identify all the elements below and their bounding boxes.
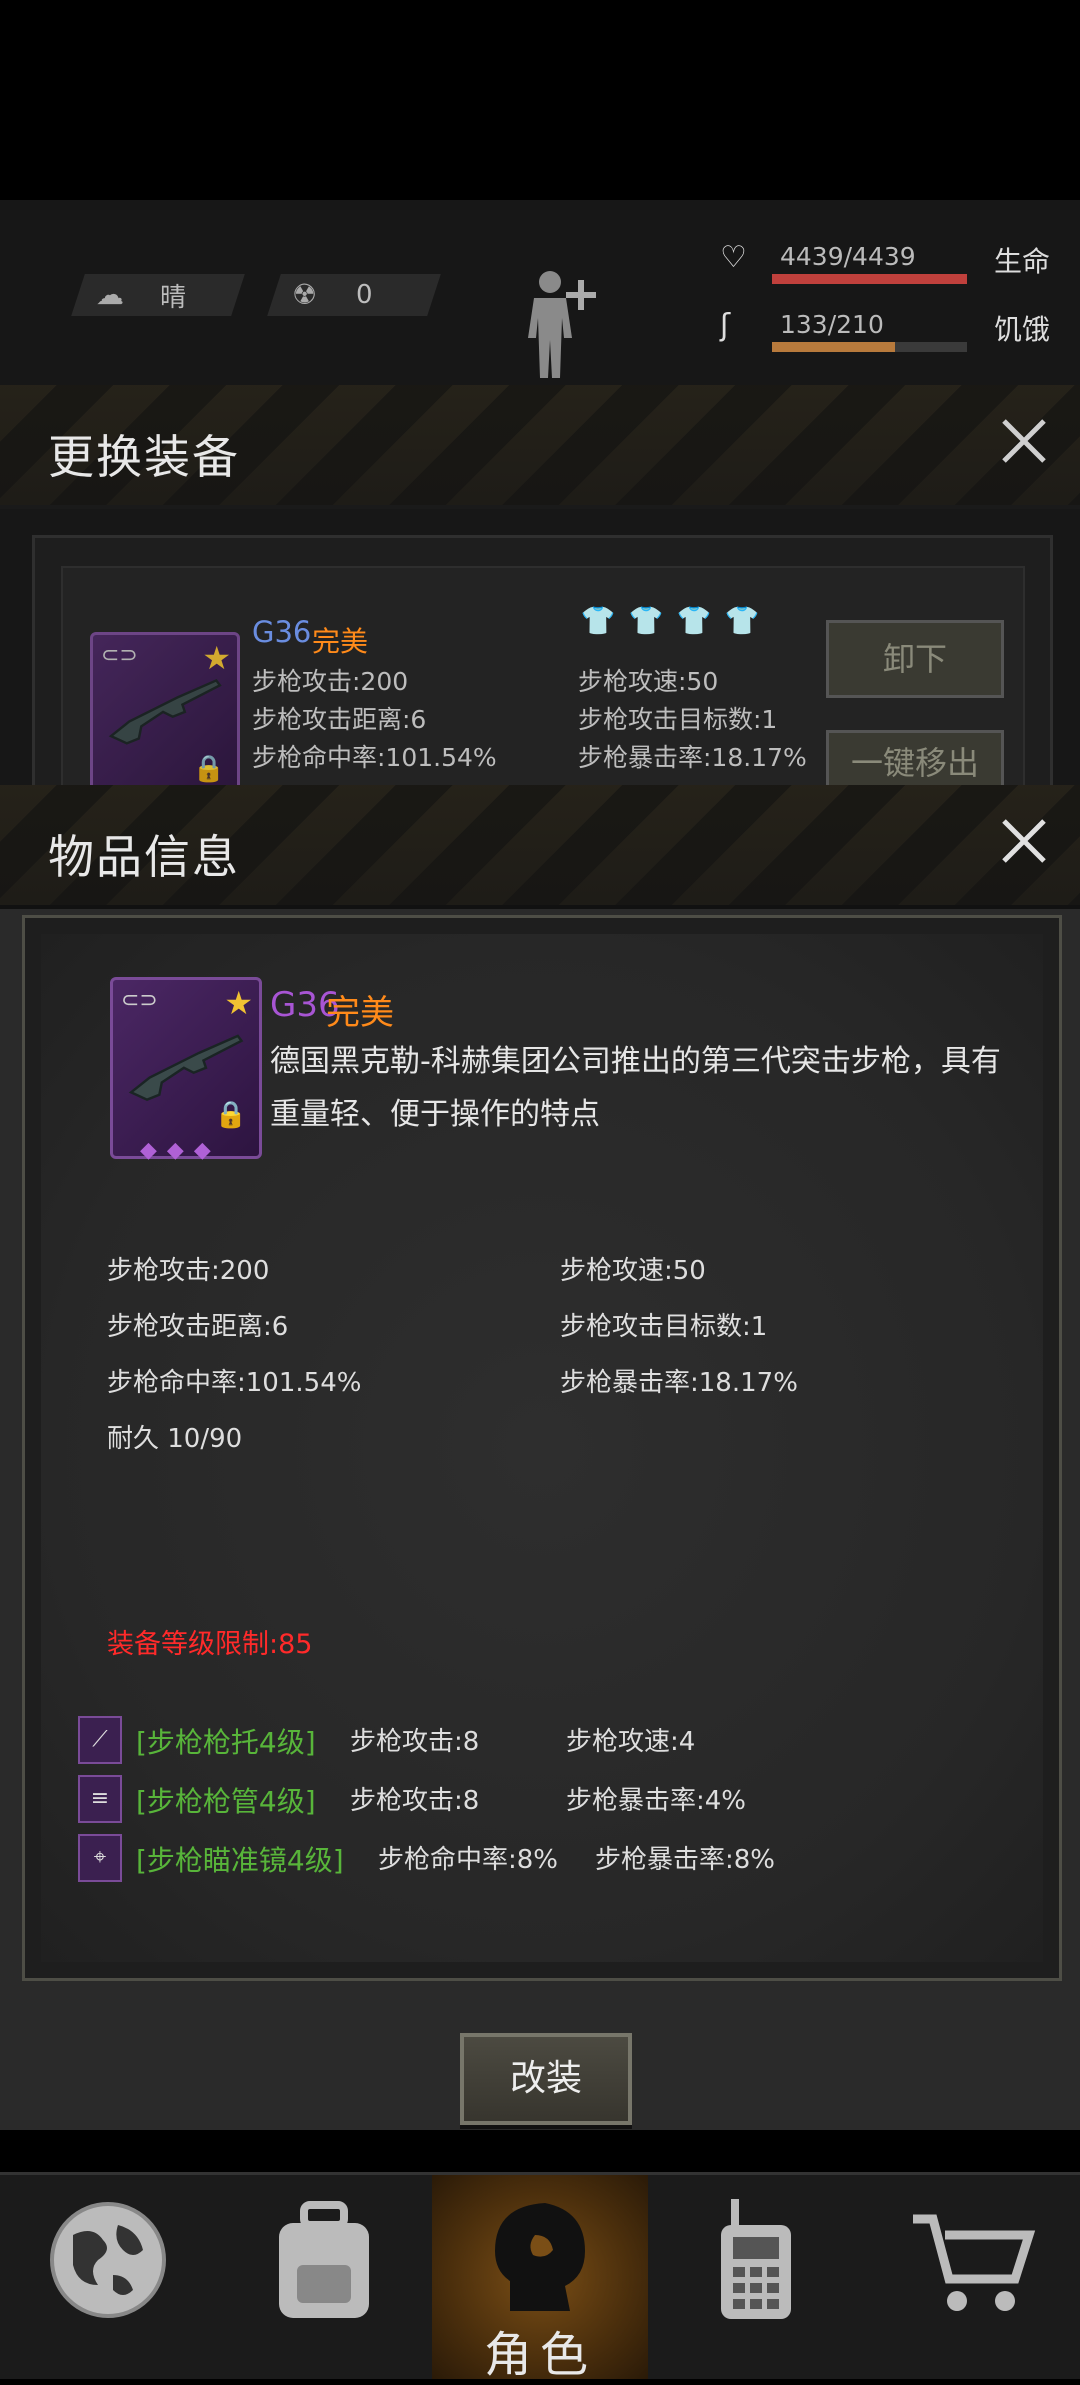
durability: 耐久 10/90 [107,1424,243,1454]
equipped-stat-left-1: 步枪攻击距离:6 [252,705,427,734]
mod-stat-1: 步枪攻击:8 [350,1727,480,1757]
lock-icon: 🔒 [214,1100,247,1130]
remove-all-button[interactable]: 一键移出 [826,730,1004,791]
scope-icon: ⌖ [78,1834,122,1882]
item-description: 德国黑克勒-科赫集团公司推出的第三代突击步枪，具有重量轻、便于操作的特点 [270,1044,1001,1132]
lock-icon: 🔒 [192,754,225,784]
shirt-icon-2: 👕 [628,604,664,637]
character-figure-icon[interactable] [520,268,600,388]
stat-left-2: 步枪命中率:101.54% [107,1368,362,1398]
nav-character-label: 角色 [483,2327,596,2383]
equip-slot-icons: 👕 👕 👕 👕 [580,605,760,637]
nav-backpack[interactable] [216,2175,432,2379]
barrel-icon: ≡ [78,1775,122,1823]
item-thumbnail: ⊂⊃ ★ 🔒 [110,977,262,1159]
link-icon: ⊂⊃ [121,988,158,1013]
stat-right-2: 步枪暴击率:18.17% [560,1368,798,1398]
nav-character[interactable]: 角色 [432,2175,648,2383]
bottom-nav: 角色 [0,2172,1080,2383]
backpack-icon [279,2201,369,2318]
health-label: 生命 [993,245,1050,278]
mod-name: [步枪枪托4级] [136,1726,316,1759]
diamond-icon: ◆ [193,1138,211,1163]
hunger-bar: ʃ 133/210 饥饿 [720,308,1050,352]
equip-panel-title: 更换装备 [48,430,240,484]
stat-right-0: 步枪攻速:50 [560,1256,706,1286]
equipped-stat-left-0: 步枪攻击:200 [252,667,409,696]
health-fill [772,274,967,284]
mod-stat-2: 步枪暴击率:4% [566,1786,747,1816]
equipped-item-name: G36 [252,615,312,649]
item-info-close-icon[interactable] [996,813,1052,869]
stat-left-1: 步枪攻击距离:6 [107,1312,289,1342]
radiation-status: ☢ 0 [267,274,441,316]
mod-row-stock[interactable]: ⟋ [步枪枪托4级] 步枪攻击:8 步枪攻速:4 [78,1716,978,1764]
stat-right-1: 步枪攻击目标数:1 [560,1312,768,1342]
level-limit: 装备等级限制:85 [107,1629,313,1660]
cloud-icon: ☁ [96,278,124,311]
item-info-title: 物品信息 [48,830,240,884]
rarity-diamonds: ◆ ◆ ◆ [140,1138,211,1163]
shirt-icon-1: 👕 [580,604,616,637]
item-info-title-bar: 物品信息 [0,785,1080,909]
mod-name: [步枪枪管4级] [136,1785,316,1818]
nav-radio[interactable] [648,2175,864,2379]
equipped-stat-right-2: 步枪暴击率:18.17% [578,743,807,772]
equipped-stat-right-1: 步枪攻击目标数:1 [578,705,778,734]
shirt-icon-4: 👕 [724,604,760,637]
health-value: 4439/4439 [780,242,916,271]
mod-stat-2: 步枪暴击率:8% [595,1845,776,1875]
mod-stat-2: 步枪攻速:4 [566,1727,696,1757]
stat-left-0: 步枪攻击:200 [107,1256,270,1286]
equipped-item-thumbnail[interactable]: ⊂⊃ ★ 🔒 [90,632,240,791]
hunger-label: 饥饿 [993,313,1050,346]
stock-icon: ⟋ [78,1716,122,1764]
health-bar: ♡ 4439/4439 生命 [720,240,1050,284]
weather-label: 晴 [160,282,187,313]
character-icon [495,2203,585,2311]
mod-row-scope[interactable]: ⌖ [步枪瞄准镜4级] 步枪命中率:8% 步枪暴击率:8% [78,1834,978,1882]
stomach-icon: ʃ [720,308,731,343]
link-icon: ⊂⊃ [101,643,138,668]
heart-icon: ♡ [720,240,747,275]
hunger-fill [772,342,895,352]
shirt-icon-3: 👕 [676,604,712,637]
mod-stat-1: 步枪命中率:8% [378,1845,559,1875]
radiation-icon: ☢ [292,278,318,311]
diamond-icon: ◆ [140,1138,157,1163]
hunger-value: 133/210 [780,310,884,339]
equipped-stat-right-0: 步枪攻速:50 [578,667,719,696]
globe-icon [50,2202,166,2318]
equipped-stat-left-2: 步枪命中率:101.54% [252,743,497,772]
modify-button[interactable]: 改装 [460,2033,632,2125]
cart-icon [913,2214,1036,2311]
rifle-icon [108,678,222,745]
mod-name: [步枪瞄准镜4级] [136,1844,344,1877]
diamond-icon: ◆ [166,1138,184,1163]
weather-status: ☁ 晴 [71,274,245,316]
item-quality: 完美 [326,993,394,1033]
nav-shop[interactable] [864,2175,1080,2379]
mod-row-barrel[interactable]: ≡ [步枪枪管4级] 步枪攻击:8 步枪暴击率:4% [78,1775,978,1823]
equip-close-icon[interactable] [996,413,1052,469]
radiation-value: 0 [356,280,373,310]
unequip-button[interactable]: 卸下 [826,620,1004,698]
nav-world[interactable] [0,2175,216,2379]
radio-icon [721,2199,791,2319]
equip-title-bar: 更换装备 [0,385,1080,509]
mod-stat-1: 步枪攻击:8 [350,1786,480,1816]
equipped-item-quality: 完美 [312,625,369,658]
